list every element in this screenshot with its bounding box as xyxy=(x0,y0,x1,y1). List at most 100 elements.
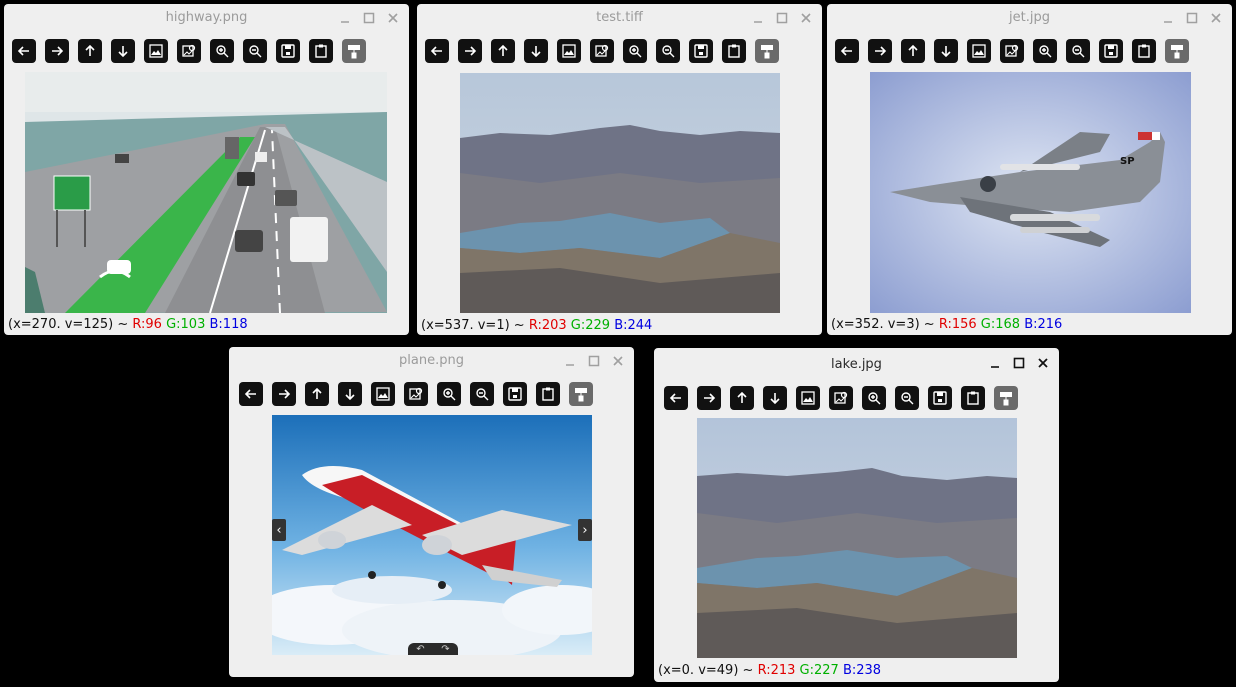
titlebar[interactable]: plane.png xyxy=(229,347,634,377)
paint-roller-icon[interactable] xyxy=(994,386,1018,410)
clipboard-icon[interactable] xyxy=(309,39,333,63)
rotate-right-button[interactable]: ↷ xyxy=(441,644,449,655)
arrow-right-icon[interactable] xyxy=(868,39,892,63)
zoom-out-icon[interactable] xyxy=(656,39,680,63)
minimize-button[interactable] xyxy=(749,9,767,27)
zoom-out-icon[interactable] xyxy=(470,382,494,406)
red-value: R:213 xyxy=(757,663,796,678)
clipboard-icon[interactable] xyxy=(961,386,985,410)
maximize-button[interactable] xyxy=(1010,354,1028,372)
minimize-button[interactable] xyxy=(986,354,1004,372)
zoom-in-icon[interactable] xyxy=(1033,39,1057,63)
arrow-left-icon[interactable] xyxy=(835,39,859,63)
titlebar[interactable]: lake.jpg xyxy=(654,348,1059,378)
image-icon[interactable] xyxy=(557,39,581,63)
coord-readout: (x=537. v=1) ~ xyxy=(421,318,529,333)
image-canvas[interactable] xyxy=(272,415,592,655)
image-icon[interactable] xyxy=(144,39,168,63)
arrow-up-icon[interactable] xyxy=(901,39,925,63)
red-value: R:203 xyxy=(528,318,567,333)
zoom-in-icon[interactable] xyxy=(437,382,461,406)
titlebar[interactable]: test.tiff xyxy=(417,4,822,34)
green-value: G:229 xyxy=(570,318,611,333)
image-canvas[interactable] xyxy=(25,72,387,313)
titlebar[interactable]: jet.jpg xyxy=(827,4,1232,34)
close-button[interactable] xyxy=(609,352,627,370)
green-value: G:227 xyxy=(799,663,839,678)
image-canvas[interactable] xyxy=(697,418,1017,658)
minimize-button[interactable] xyxy=(1159,9,1177,27)
close-button[interactable] xyxy=(1207,9,1225,27)
maximize-button[interactable] xyxy=(1183,9,1201,27)
status-bar: (x=537. v=1) ~ R:203 G:229 B:244 xyxy=(421,318,652,333)
titlebar[interactable]: highway.png xyxy=(4,4,409,34)
save-icon[interactable] xyxy=(689,39,713,63)
close-button[interactable] xyxy=(797,9,815,27)
status-bar: (x=270. v=125) ~ R:96 G:103 B:118 xyxy=(8,317,248,332)
arrow-down-icon[interactable] xyxy=(338,382,362,406)
clipboard-icon[interactable] xyxy=(1132,39,1156,63)
close-button[interactable] xyxy=(384,9,402,27)
clipboard-icon[interactable] xyxy=(722,39,746,63)
arrow-right-icon[interactable] xyxy=(697,386,721,410)
save-icon[interactable] xyxy=(928,386,952,410)
blue-value: B:238 xyxy=(842,663,882,678)
arrow-down-icon[interactable] xyxy=(763,386,787,410)
arrow-up-icon[interactable] xyxy=(730,386,754,410)
image-search-icon[interactable] xyxy=(404,382,428,406)
arrow-up-icon[interactable] xyxy=(491,39,515,63)
blue-value: B:118 xyxy=(209,317,248,332)
arrow-right-icon[interactable] xyxy=(458,39,482,63)
image-icon[interactable] xyxy=(371,382,395,406)
close-button[interactable] xyxy=(1034,354,1052,372)
minimize-button[interactable] xyxy=(561,352,579,370)
zoom-out-icon[interactable] xyxy=(895,386,919,410)
next-image-button[interactable]: › xyxy=(578,519,592,541)
zoom-in-icon[interactable] xyxy=(210,39,234,63)
minimize-button[interactable] xyxy=(336,9,354,27)
arrow-left-icon[interactable] xyxy=(664,386,688,410)
maximize-button[interactable] xyxy=(360,9,378,27)
red-value: R:156 xyxy=(938,317,977,332)
zoom-in-icon[interactable] xyxy=(862,386,886,410)
arrow-up-icon[interactable] xyxy=(78,39,102,63)
paint-roller-icon[interactable] xyxy=(569,382,593,406)
blue-value: B:216 xyxy=(1024,317,1063,332)
clipboard-icon[interactable] xyxy=(536,382,560,406)
image-icon[interactable] xyxy=(796,386,820,410)
arrow-down-icon[interactable] xyxy=(934,39,958,63)
paint-roller-icon[interactable] xyxy=(342,39,366,63)
zoom-out-icon[interactable] xyxy=(1066,39,1090,63)
image-icon[interactable] xyxy=(967,39,991,63)
zoom-in-icon[interactable] xyxy=(623,39,647,63)
image-canvas[interactable]: SP xyxy=(870,72,1191,313)
image-canvas[interactable] xyxy=(460,73,780,313)
arrow-right-icon[interactable] xyxy=(45,39,69,63)
green-value: G:103 xyxy=(166,317,206,332)
paint-roller-icon[interactable] xyxy=(755,39,779,63)
save-icon[interactable] xyxy=(1099,39,1123,63)
image-search-icon[interactable] xyxy=(177,39,201,63)
coord-readout: (x=352. v=3) ~ xyxy=(831,317,939,332)
arrow-down-icon[interactable] xyxy=(524,39,548,63)
maximize-button[interactable] xyxy=(585,352,603,370)
arrow-left-icon[interactable] xyxy=(239,382,263,406)
toolbar xyxy=(425,39,779,63)
prev-image-button[interactable]: ‹ xyxy=(272,519,286,541)
arrow-right-icon[interactable] xyxy=(272,382,296,406)
image-search-icon[interactable] xyxy=(829,386,853,410)
arrow-down-icon[interactable] xyxy=(111,39,135,63)
arrow-left-icon[interactable] xyxy=(425,39,449,63)
arrow-up-icon[interactable] xyxy=(305,382,329,406)
window-highway: highway.png (x=270. v=125) ~ R:96 G:103 … xyxy=(4,4,409,335)
maximize-button[interactable] xyxy=(773,9,791,27)
image-search-icon[interactable] xyxy=(1000,39,1024,63)
paint-roller-icon[interactable] xyxy=(1165,39,1189,63)
arrow-left-icon[interactable] xyxy=(12,39,36,63)
rotate-left-button[interactable]: ↶ xyxy=(416,644,424,655)
save-icon[interactable] xyxy=(276,39,300,63)
image-search-icon[interactable] xyxy=(590,39,614,63)
save-icon[interactable] xyxy=(503,382,527,406)
zoom-out-icon[interactable] xyxy=(243,39,267,63)
toolbar xyxy=(12,39,366,63)
